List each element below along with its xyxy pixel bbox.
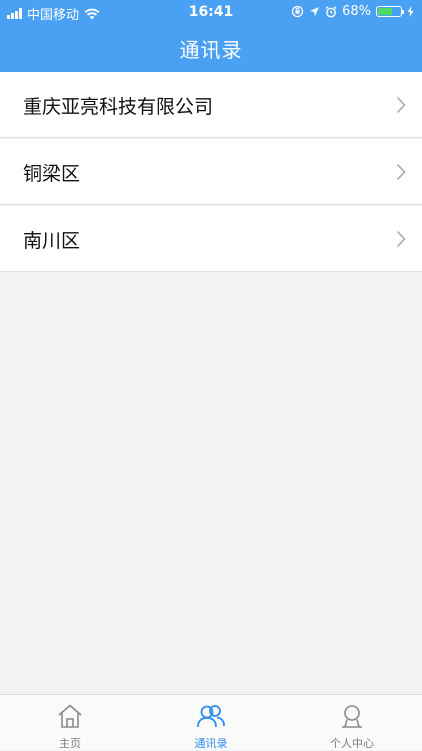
status-bar: 中国移动 16:41 68%	[0, 0, 422, 24]
battery-fill	[378, 8, 393, 15]
rotation-lock-icon	[291, 5, 304, 18]
person-icon	[342, 705, 362, 728]
tab-contacts[interactable]: 通讯录	[141, 695, 281, 751]
contacts-icon	[197, 705, 225, 728]
tab-home[interactable]: 主页	[0, 695, 140, 751]
home-icon	[58, 704, 82, 728]
list-item[interactable]: 重庆亚亮科技有限公司	[0, 72, 422, 138]
tab-bar: 主页 通讯录 个人中心	[0, 694, 422, 750]
header: 中国移动 16:41 68% 通讯录	[0, 0, 422, 72]
list-item-label: 重庆亚亮科技有限公司	[23, 96, 214, 118]
charging-icon	[407, 6, 414, 17]
chevron-right-icon	[396, 230, 406, 248]
chevron-right-icon	[396, 96, 406, 114]
chevron-right-icon	[396, 163, 406, 181]
tab-profile[interactable]: 个人中心	[282, 695, 422, 751]
status-right: 68%	[291, 4, 414, 19]
list-item-label: 南川区	[23, 230, 81, 252]
alarm-icon	[325, 5, 337, 17]
contact-list: 重庆亚亮科技有限公司 铜梁区 南川区	[0, 72, 422, 273]
list-item[interactable]: 南川区	[0, 206, 422, 272]
battery-percent: 68%	[342, 4, 371, 19]
list-item-label: 铜梁区	[23, 163, 81, 185]
location-icon	[310, 7, 320, 16]
page-title: 通讯录	[179, 38, 243, 62]
tab-profile-label: 个人中心	[330, 737, 374, 750]
tab-home-label: 主页	[59, 737, 81, 750]
battery-icon	[376, 6, 404, 17]
tab-contacts-label: 通讯录	[194, 737, 228, 750]
list-item[interactable]: 铜梁区	[0, 139, 422, 205]
